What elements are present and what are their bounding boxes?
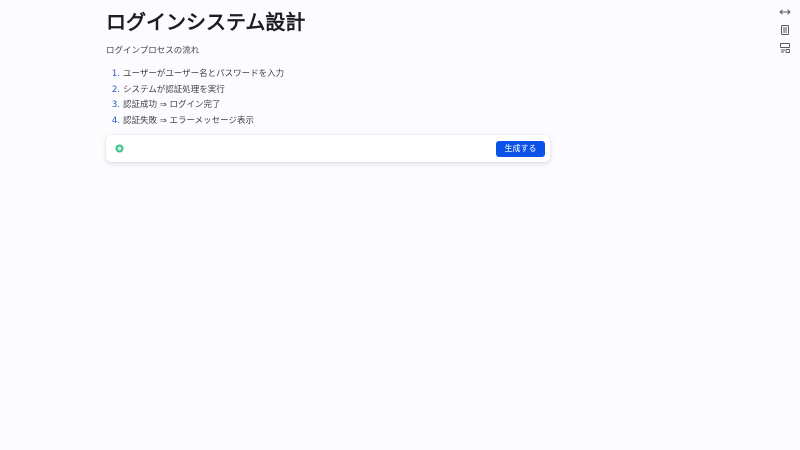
expand-width-icon[interactable]: [779, 6, 791, 18]
page-title: ログインシステム設計: [106, 10, 306, 34]
layout-icon[interactable]: [779, 42, 791, 54]
list-item: 3. 認証成功 ⇒ ログイン完了: [106, 98, 566, 114]
generate-button[interactable]: 生成する: [496, 141, 545, 157]
steps-list: 1. ユーザーがユーザー名とパスワードを入力 2. システムが認証処理を実行 3. 認…: [106, 67, 566, 129]
document-body: ログインシステム設計 ログインプロセスの流れ 1. ユーザーがユーザー名とパスワー…: [106, 8, 566, 129]
list-item-text: ユーザーがユーザー名とパスワードを入力: [123, 69, 285, 79]
list-item: 2. システムが認証処理を実行: [106, 83, 566, 99]
list-item: 1. ユーザーがユーザー名とパスワードを入力: [106, 67, 566, 83]
list-item-number: 2.: [111, 84, 120, 95]
list-item-number: 3.: [111, 100, 120, 111]
list-item-text: 認証失敗 ⇒ エラーメッセージ表示: [123, 115, 255, 126]
document-icon[interactable]: [779, 24, 791, 36]
ai-generate-bar: 生成する: [106, 135, 550, 162]
prompt-input[interactable]: [130, 140, 490, 157]
list-item: 4. 認証失敗 ⇒ エラーメッセージ表示: [106, 114, 566, 130]
list-item-text: 認証成功 ⇒ ログイン完了: [123, 100, 221, 111]
list-item-number: 4.: [111, 115, 120, 126]
subtitle: ログインプロセスの流れ: [106, 46, 200, 56]
list-item-text: システムが認証処理を実行: [123, 84, 225, 95]
sparkle-icon: [115, 144, 124, 153]
list-item-number: 1.: [111, 69, 120, 79]
